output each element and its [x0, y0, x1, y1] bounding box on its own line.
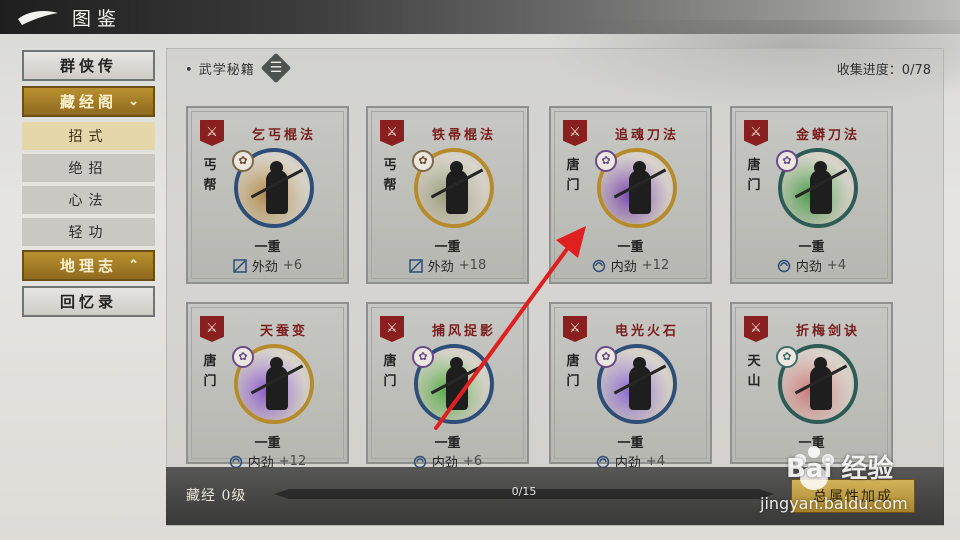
technique-level: 一重: [434, 436, 461, 451]
sidebar-item-label: 地理志: [59, 257, 117, 275]
stat-row: 内劲 +4: [732, 256, 891, 275]
chevron-up-icon: ⌃: [128, 258, 143, 273]
technique-level: 一重: [434, 240, 461, 255]
school-name: 唐门: [203, 354, 217, 389]
stat-type: 内劲: [795, 260, 822, 275]
sidebar-item-heroes[interactable]: 群侠传: [22, 50, 155, 81]
school-emblem-icon: ✿: [595, 150, 617, 172]
technique-card[interactable]: ⚔ 铁帚棍法丐帮 ✿ 一重外劲 +18: [366, 106, 529, 284]
sidebar-subitem-label: 轻功: [68, 225, 109, 241]
technique-level: 一重: [617, 436, 644, 451]
technique-card[interactable]: ⚔ 天蚕变 唐门 ✿ 一重 内劲 +12: [186, 302, 349, 471]
title-bar: 图鉴: [0, 0, 122, 34]
sword-tag-icon: ⚔: [563, 316, 587, 342]
stat-bonus: +12: [641, 258, 670, 273]
stat-type: 内劲: [610, 260, 637, 275]
list-icon: ☰: [269, 60, 283, 76]
tier-progress-text: 0/15: [511, 485, 537, 498]
sidebar-subitem-label: 绝招: [68, 161, 109, 177]
technique-card[interactable]: ⚔ 追魂刀法唐门 ✿ 一重内劲 +12: [549, 106, 712, 284]
watermark-url: jingyan.baidu.com: [760, 494, 908, 513]
school-emblem-icon: ✿: [412, 150, 434, 172]
technique-name: 电光火石: [614, 324, 679, 339]
sidebar-item-geography[interactable]: 地理志 ⌃: [22, 250, 155, 281]
stat-bonus: +18: [458, 258, 487, 273]
external-force-icon: [233, 258, 247, 273]
technique-name: 乞丐棍法: [251, 128, 316, 143]
school-emblem-icon: ✿: [232, 150, 254, 172]
technique-level: 一重: [798, 240, 825, 255]
sword-tag-icon: ⚔: [200, 120, 224, 146]
sword-tag-icon: ⚔: [744, 316, 768, 342]
chevron-down-icon: ⌄: [128, 94, 143, 109]
internal-force-icon: [592, 259, 606, 272]
school-name: 丐帮: [203, 158, 217, 193]
school-name: 天山: [747, 354, 761, 389]
technique-level: 一重: [254, 240, 281, 255]
stat-bonus: +4: [826, 258, 847, 273]
stat-type: 外劲: [251, 260, 278, 275]
sword-tag-icon: ⚔: [380, 316, 404, 342]
sidebar-item-label: 群侠传: [59, 57, 117, 75]
stat-type: 外劲: [427, 260, 454, 275]
section-title: • 武学秘籍: [185, 63, 255, 78]
school-name: 唐门: [566, 354, 580, 389]
brush-back-icon[interactable]: [16, 7, 60, 27]
sidebar-subitem-ultimates[interactable]: 绝招: [22, 154, 155, 182]
sidebar-subitem-label: 招式: [68, 129, 109, 145]
sword-tag-icon: ⚔: [563, 120, 587, 146]
stat-bonus: +6: [282, 258, 303, 273]
school-emblem-icon: ✿: [412, 346, 434, 368]
technique-name: 追魂刀法: [614, 128, 679, 143]
technique-level: 一重: [254, 436, 281, 451]
sword-tag-icon: ⚔: [744, 120, 768, 146]
technique-level: 一重: [617, 240, 644, 255]
sidebar-item-label: 回忆录: [59, 293, 117, 311]
sidebar-subitem-moves[interactable]: 招式: [22, 122, 155, 150]
school-name: 唐门: [383, 354, 397, 389]
sidebar-subitem-lightness[interactable]: 轻功: [22, 218, 155, 246]
technique-name: 天蚕变: [259, 324, 308, 339]
sword-tag-icon: ⚔: [200, 316, 224, 342]
sidebar-subitem-mind-arts[interactable]: 心法: [22, 186, 155, 214]
technique-card[interactable]: ⚔ 电光火石 唐门 ✿ 一重 内劲 +4: [549, 302, 712, 471]
school-name: 唐门: [566, 158, 580, 193]
page-title: 图鉴: [72, 7, 123, 30]
school-emblem-icon: ✿: [595, 346, 617, 368]
sidebar-item-label: 藏经阁: [59, 93, 117, 111]
external-force-icon: [409, 258, 423, 273]
sidebar-item-library[interactable]: 藏经阁 ⌄: [22, 86, 155, 117]
technique-name: 捕风捉影: [431, 324, 496, 339]
panel-header: • 武学秘籍 ☰ 收集进度：0/78: [167, 49, 945, 87]
school-emblem-icon: ✿: [232, 346, 254, 368]
sword-tag-icon: ⚔: [380, 120, 404, 146]
stat-row: 内劲 +12: [551, 256, 710, 275]
technique-name: 铁帚棍法: [431, 128, 496, 143]
school-emblem-icon: ✿: [776, 346, 798, 368]
collection-progress: 收集进度：0/78: [836, 63, 931, 78]
school-emblem-icon: ✿: [776, 150, 798, 172]
technique-card[interactable]: ⚔ 金蟒刀法唐门 ✿ 一重内劲 +4: [730, 106, 893, 284]
internal-force-icon: [777, 259, 791, 272]
sidebar-subitem-label: 心法: [68, 193, 109, 209]
sidebar-item-memories[interactable]: 回忆录: [22, 286, 155, 317]
technique-card[interactable]: ⚔ 乞丐棍法丐帮 ✿ 一重外劲 +6: [186, 106, 349, 284]
stat-row: 外劲 +18: [368, 256, 527, 275]
stat-row: 外劲 +6: [188, 256, 347, 275]
library-tier-label: 藏经 0级: [186, 488, 247, 504]
watermark-brand: Bai 经验: [786, 454, 894, 484]
sidebar: 群侠传 藏经阁 ⌄ 招式 绝招 心法 轻功 地理志 ⌃ 回忆录: [22, 50, 155, 322]
technique-name: 金蟒刀法: [795, 128, 860, 143]
school-name: 丐帮: [383, 158, 397, 193]
technique-card[interactable]: ⚔ 捕风捉影 唐门 ✿ 一重 内劲 +6: [366, 302, 529, 471]
school-name: 唐门: [747, 158, 761, 193]
technique-name: 折梅剑诀: [795, 324, 860, 339]
